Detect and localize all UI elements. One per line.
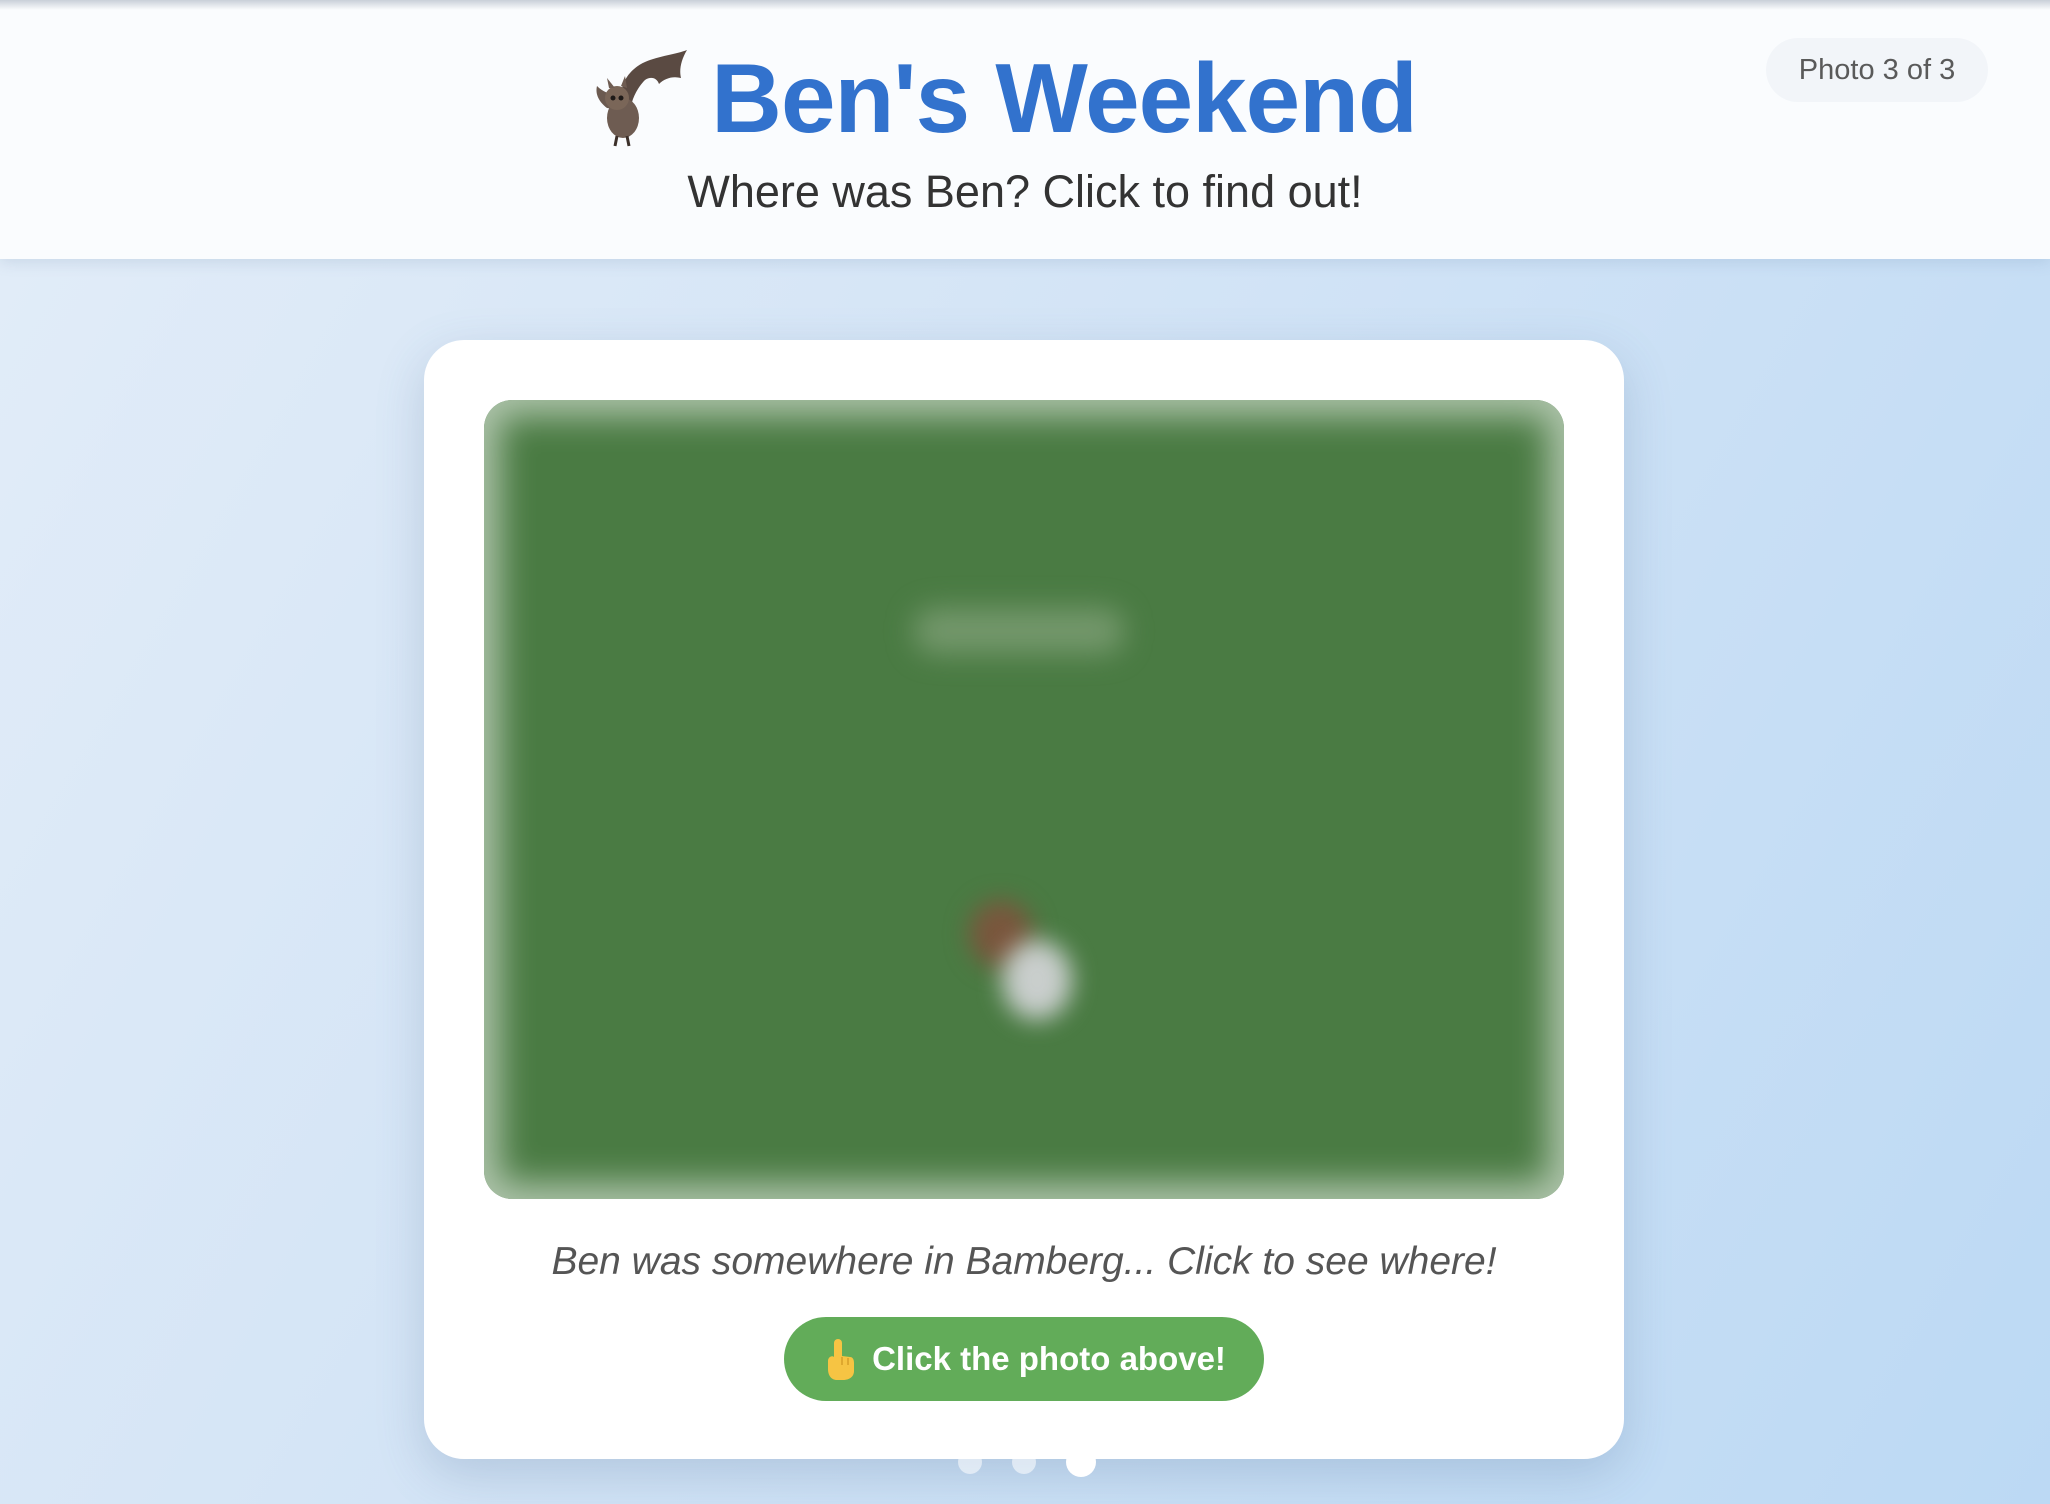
pagination-dots [958,1447,1096,1477]
page-subtitle: Where was Ben? Click to find out! [687,166,1363,217]
pointing-hand-icon [828,1339,855,1380]
title-row: Ben's Weekend [0,38,2050,158]
photo-counter-badge: Photo 3 of 3 [1766,38,1988,102]
click-photo-button-label: Click the photo above! [872,1340,1226,1377]
click-photo-button[interactable]: Click the photo above! [784,1317,1264,1401]
blurred-photo[interactable] [484,400,1564,1199]
bat-icon [596,50,688,147]
header: Ben's Weekend Where was Ben? Click to fi… [0,0,2050,259]
photo-caption: Ben was somewhere in Bamberg... Click to… [551,1240,1497,1283]
header-top-shade [0,0,2050,10]
photo-vignette [484,400,1564,1199]
pagination-dot-2[interactable] [1012,1450,1036,1474]
pagination-dot-3[interactable] [1066,1447,1096,1477]
page-title: Ben's Weekend [711,42,1418,153]
pagination-dot-1[interactable] [958,1450,982,1474]
photo-card: Ben was somewhere in Bamberg... Click to… [424,340,1624,1459]
